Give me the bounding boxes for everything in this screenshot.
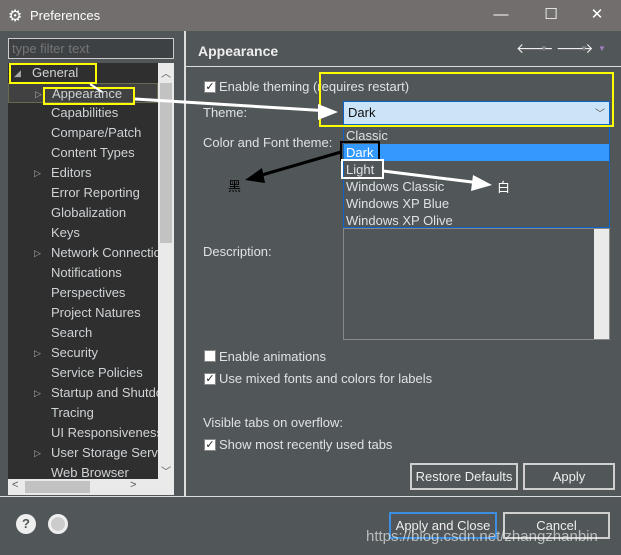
annotation-arrow <box>382 169 481 185</box>
general-highlight-box <box>9 63 97 84</box>
arrowhead <box>318 104 338 120</box>
annotation-arrow <box>254 150 342 179</box>
annotation-arrow <box>134 97 331 113</box>
arrowhead <box>245 168 265 183</box>
appearance-highlight-box <box>43 87 135 105</box>
dark-highlight-box <box>340 141 380 161</box>
arrowhead <box>471 175 492 191</box>
theme-highlight-box <box>319 72 614 127</box>
white-annotation: 白 <box>497 180 511 195</box>
annotation-overlay <box>9 63 614 191</box>
light-highlight-box <box>341 159 384 179</box>
black-annotation: 黑 <box>228 179 242 194</box>
